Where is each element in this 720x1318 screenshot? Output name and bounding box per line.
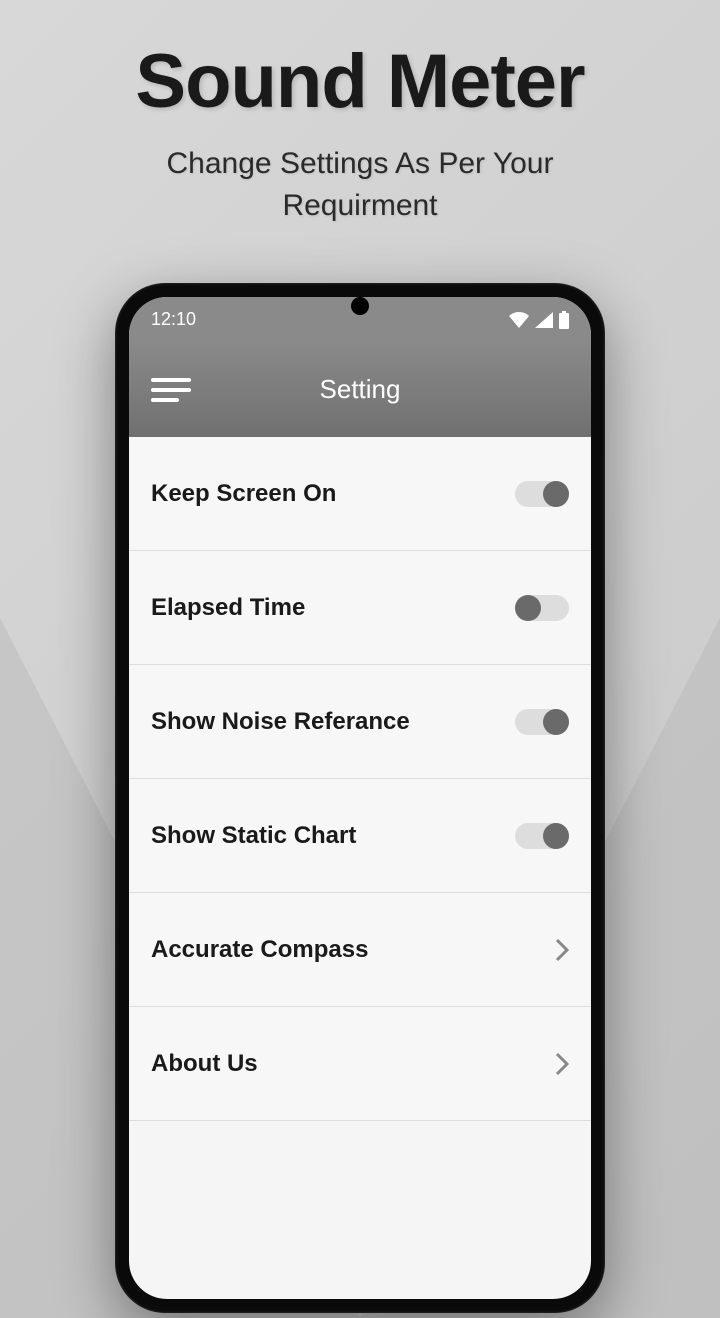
toggle-keep-screen-on[interactable] <box>515 481 569 507</box>
setting-label: Elapsed Time <box>151 594 305 622</box>
setting-label: Accurate Compass <box>151 936 368 964</box>
app-header: Setting <box>129 342 591 437</box>
phone-screen: 12:10 Setting Keep Screen On Elapsed Tim… <box>129 297 591 1299</box>
setting-elapsed-time[interactable]: Elapsed Time <box>129 551 591 665</box>
promo-title: Sound Meter <box>0 38 720 125</box>
chevron-right-icon <box>555 1052 569 1076</box>
battery-icon <box>559 311 569 329</box>
setting-label: About Us <box>151 1050 258 1078</box>
toggle-show-static-chart[interactable] <box>515 823 569 849</box>
toggle-elapsed-time[interactable] <box>515 595 569 621</box>
settings-list: Keep Screen On Elapsed Time Show Noise R… <box>129 437 591 1121</box>
signal-icon <box>535 312 553 328</box>
setting-label: Show Static Chart <box>151 822 356 850</box>
toggle-show-noise-reference[interactable] <box>515 709 569 735</box>
setting-label: Show Noise Referance <box>151 708 410 736</box>
setting-label: Keep Screen On <box>151 480 336 508</box>
header-title: Setting <box>320 374 401 405</box>
camera-notch <box>351 297 369 315</box>
setting-accurate-compass[interactable]: Accurate Compass <box>129 893 591 1007</box>
setting-about-us[interactable]: About Us <box>129 1007 591 1121</box>
status-icons <box>509 311 569 329</box>
wifi-icon <box>509 312 529 328</box>
setting-show-static-chart[interactable]: Show Static Chart <box>129 779 591 893</box>
phone-frame: 12:10 Setting Keep Screen On Elapsed Tim… <box>115 283 605 1313</box>
status-time: 12:10 <box>151 309 196 330</box>
setting-show-noise-reference[interactable]: Show Noise Referance <box>129 665 591 779</box>
menu-icon[interactable] <box>151 372 191 408</box>
chevron-right-icon <box>555 938 569 962</box>
promo-subtitle: Change Settings As Per Your Requirment <box>0 143 720 227</box>
setting-keep-screen-on[interactable]: Keep Screen On <box>129 437 591 551</box>
